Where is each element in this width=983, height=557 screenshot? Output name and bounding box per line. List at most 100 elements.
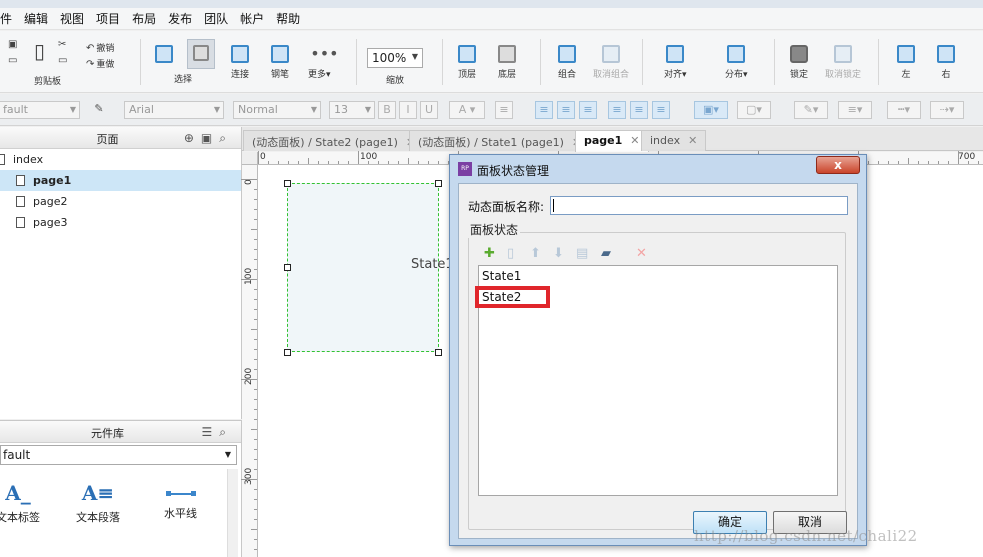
search-icon[interactable]: ⌕ bbox=[219, 131, 233, 145]
align-text-center-button[interactable]: ≡ bbox=[557, 101, 575, 119]
menu-team[interactable]: 团队 bbox=[198, 10, 234, 27]
resize-handle[interactable] bbox=[284, 349, 291, 356]
font-weight-select[interactable]: Normal ▼ bbox=[233, 101, 321, 119]
widget-text-paragraph[interactable]: A≡ 文本段落 bbox=[76, 481, 120, 525]
ruler-label: 0 bbox=[244, 179, 254, 185]
open-button[interactable]: ▭ bbox=[8, 55, 19, 66]
paste-button[interactable]: ▯ bbox=[34, 39, 47, 63]
font-select[interactable]: Arial ▼ bbox=[124, 101, 224, 119]
arrow-style-button[interactable]: ⇢▾ bbox=[930, 101, 964, 119]
pen-button[interactable]: 钢笔 bbox=[271, 45, 289, 80]
tab-index[interactable]: index ✕ bbox=[641, 130, 707, 151]
zoom-select[interactable]: 100% ▼ bbox=[367, 48, 423, 68]
align-right-button[interactable]: 右 bbox=[937, 45, 955, 80]
menu-file[interactable]: 件 bbox=[0, 10, 18, 27]
widget-text-label[interactable]: A_ 文本标签 bbox=[0, 481, 40, 525]
move-down-icon[interactable]: ⬇ bbox=[553, 246, 564, 261]
ruler-tick bbox=[241, 179, 257, 180]
menubar: 件 编辑 视图 项目 布局 发布 团队 帐户 帮助 bbox=[0, 8, 983, 30]
dialog-close-button[interactable]: x bbox=[816, 156, 860, 174]
add-page-icon[interactable]: ⊕ bbox=[184, 131, 201, 145]
undo-button[interactable]: ↶ 撤销 bbox=[86, 41, 114, 54]
ruler-tick bbox=[241, 279, 257, 280]
widget-horizontal-line[interactable]: 水平线 bbox=[164, 481, 197, 521]
save-button[interactable]: ▣ bbox=[8, 39, 19, 50]
italic-button[interactable]: I bbox=[399, 101, 417, 119]
menu-account[interactable]: 帐户 bbox=[234, 10, 270, 27]
align-text-bottom-button[interactable]: ≡ bbox=[652, 101, 670, 119]
menu-project[interactable]: 项目 bbox=[90, 10, 126, 27]
panel-name-input[interactable] bbox=[550, 196, 848, 215]
state-item[interactable]: State1 bbox=[482, 269, 521, 283]
lock-button[interactable]: 锁定 bbox=[790, 45, 808, 80]
align-button[interactable]: 对齐▾ bbox=[664, 45, 687, 80]
add-state-icon[interactable]: ✚ bbox=[484, 246, 495, 261]
dialog-titlebar[interactable]: RP 面板状态管理 x bbox=[450, 155, 866, 183]
more-button[interactable]: ••• 更多▾ bbox=[308, 45, 339, 81]
ruler-tick bbox=[254, 209, 257, 210]
font-color-button[interactable]: A ▾ bbox=[449, 101, 485, 119]
style-edit-button[interactable]: ✎ bbox=[90, 101, 108, 119]
tab-state2[interactable]: (动态面板) / State2 (page1)✕ bbox=[243, 130, 425, 151]
search-icon[interactable]: ⌕ bbox=[219, 425, 233, 439]
close-icon[interactable]: ✕ bbox=[630, 134, 639, 147]
connect-button[interactable]: 连接 bbox=[231, 45, 249, 80]
page-item-page1[interactable]: page1 bbox=[0, 170, 241, 191]
edit-state-icon[interactable]: ▤ bbox=[576, 246, 588, 261]
line-color-button[interactable]: ✎▾ bbox=[794, 101, 828, 119]
bring-to-front-button[interactable]: 顶层 bbox=[458, 45, 476, 80]
delete-state-icon[interactable]: ✕ bbox=[636, 246, 647, 261]
ruler-tick bbox=[388, 161, 389, 164]
resize-handle[interactable] bbox=[284, 264, 291, 271]
menu-help[interactable]: 帮助 bbox=[270, 10, 306, 27]
unlock-button[interactable]: 取消锁定 bbox=[825, 45, 861, 80]
align-text-right-button[interactable]: ≡ bbox=[579, 101, 597, 119]
distribute-icon bbox=[727, 45, 746, 63]
align-left-button[interactable]: 左 bbox=[897, 45, 915, 80]
close-icon[interactable]: ✕ bbox=[688, 134, 697, 147]
resize-handle[interactable] bbox=[435, 349, 442, 356]
edit-all-states-icon[interactable]: ▰ bbox=[601, 246, 611, 261]
align-text-left-button[interactable]: ≡ bbox=[535, 101, 553, 119]
redo-button[interactable]: ↷ 重做 bbox=[86, 57, 114, 70]
cut-button[interactable]: ✂ bbox=[58, 39, 68, 50]
resize-handle[interactable] bbox=[435, 180, 442, 187]
select-contain-button[interactable] bbox=[187, 39, 215, 69]
distribute-button[interactable]: 分布▾ bbox=[725, 45, 748, 80]
menu-view[interactable]: 视图 bbox=[54, 10, 90, 27]
line-style-button[interactable]: ┅▾ bbox=[887, 101, 921, 119]
copy-button[interactable]: ▭ bbox=[58, 55, 69, 66]
tab-page1[interactable]: page1 ✕ bbox=[575, 130, 649, 152]
bold-button[interactable]: B bbox=[378, 101, 396, 119]
add-folder-icon[interactable]: ▣ bbox=[201, 131, 219, 145]
line-width-button[interactable]: ≡▾ bbox=[838, 101, 872, 119]
paste-icon: ▯ bbox=[34, 39, 46, 63]
group-button[interactable]: 组合 bbox=[558, 45, 576, 80]
ruler-tick bbox=[878, 161, 879, 164]
library-select[interactable]: fault ▼ bbox=[0, 445, 237, 465]
menu-icon[interactable]: ☰ bbox=[202, 425, 220, 439]
dialog-body: 动态面板名称: 面板状态 ✚ ▯ ⬆ ⬇ ▤ ▰ ✕ State1 State2… bbox=[458, 183, 858, 539]
align-text-top-button[interactable]: ≡ bbox=[608, 101, 626, 119]
page-item-page3[interactable]: page3 bbox=[0, 212, 241, 233]
align-text-middle-button[interactable]: ≡ bbox=[630, 101, 648, 119]
menu-edit[interactable]: 编辑 bbox=[18, 10, 54, 27]
menu-layout[interactable]: 布局 bbox=[126, 10, 162, 27]
style-select[interactable]: fault ▼ bbox=[0, 101, 80, 119]
bullet-button[interactable]: ≡ bbox=[495, 101, 513, 119]
page-item-page2[interactable]: page2 bbox=[0, 191, 241, 212]
ungroup-button[interactable]: 取消组合 bbox=[593, 45, 629, 80]
send-to-back-button[interactable]: 底层 bbox=[498, 45, 516, 80]
select-intersect-button[interactable] bbox=[155, 45, 173, 67]
menu-publish[interactable]: 发布 bbox=[162, 10, 198, 27]
tab-state1[interactable]: (动态面板) / State1 (page1)✕ bbox=[409, 130, 591, 151]
font-size-select[interactable]: 13 ▼ bbox=[329, 101, 375, 119]
shadow-button[interactable]: ▢▾ bbox=[737, 101, 771, 119]
underline-button[interactable]: U bbox=[420, 101, 438, 119]
page-item-index[interactable]: index bbox=[0, 149, 241, 170]
fill-color-button[interactable]: ▣▾ bbox=[694, 101, 728, 119]
duplicate-state-icon[interactable]: ▯ bbox=[507, 246, 514, 261]
library-scrollbar[interactable] bbox=[227, 469, 238, 557]
move-up-icon[interactable]: ⬆ bbox=[530, 246, 541, 261]
resize-handle[interactable] bbox=[284, 180, 291, 187]
